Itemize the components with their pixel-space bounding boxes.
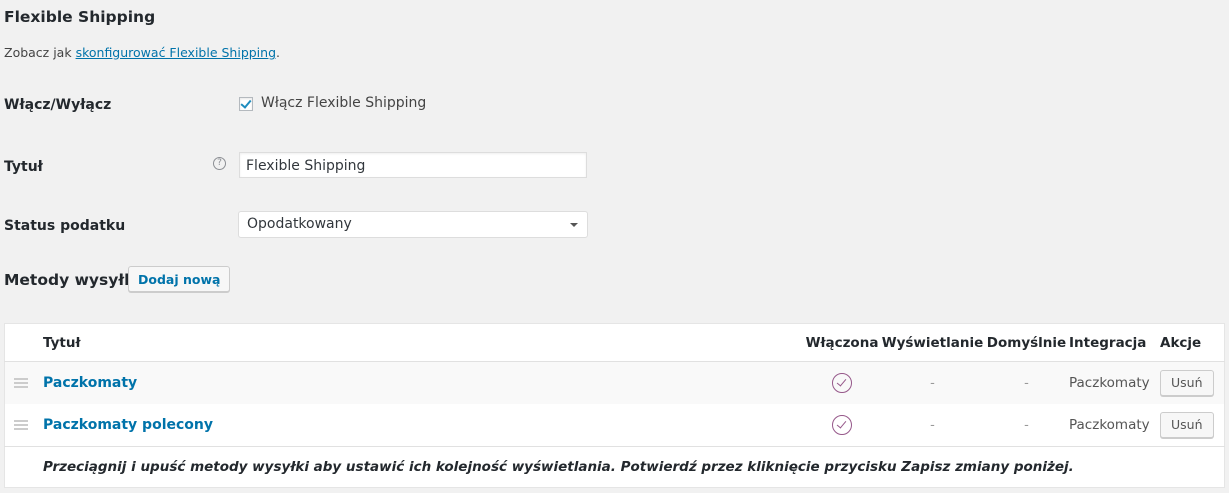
- shipping-methods-title: Metody wysyłki: [4, 271, 140, 289]
- display-value: -: [930, 376, 935, 391]
- column-header-display: Wyświetlanie: [881, 323, 984, 362]
- remove-button[interactable]: Usuń: [1160, 412, 1214, 438]
- title-label: Tytuł: [4, 159, 43, 175]
- integration-value: Paczkomaty: [1069, 417, 1150, 433]
- enable-label: Włącz/Wyłącz: [4, 97, 112, 113]
- enable-checkbox-label[interactable]: Włącz Flexible Shipping: [261, 95, 426, 111]
- add-new-method-button[interactable]: Dodaj nową: [128, 266, 231, 292]
- drag-instruction-note: Przeciągnij i upuść metody wysyłki aby u…: [4, 446, 1225, 488]
- table-row: Paczkomaty polecony - - Paczkomaty Usuń: [4, 404, 1225, 447]
- drag-handle-cell[interactable]: [5, 404, 44, 447]
- tax-status-selected: Opodatkowany: [247, 216, 352, 232]
- column-header-default: Domyślnie: [984, 323, 1069, 362]
- display-value: -: [930, 418, 935, 433]
- drag-handle-cell[interactable]: [5, 362, 44, 405]
- drag-handle-icon[interactable]: [14, 378, 28, 388]
- table-footer-row: Przeciągnij i upuść metody wysyłki aby u…: [4, 446, 1225, 488]
- check-circle-icon[interactable]: [832, 373, 852, 393]
- column-header-integration: Integracja: [1069, 323, 1160, 362]
- sort-column-header: [4, 323, 43, 362]
- question-circle-icon[interactable]: ?: [213, 157, 226, 170]
- column-header-actions: Akcje: [1160, 323, 1225, 362]
- configure-link[interactable]: skonfigurować Flexible Shipping: [76, 45, 276, 60]
- shipping-methods-table: Tytuł Włączona Wyświetlanie Domyślnie In…: [4, 323, 1225, 488]
- default-value: -: [1024, 418, 1029, 433]
- chevron-down-icon: [570, 223, 578, 227]
- check-circle-icon[interactable]: [832, 415, 852, 435]
- title-input[interactable]: Flexible Shipping: [239, 152, 587, 178]
- checkmark-icon: [240, 97, 252, 109]
- page-title: Flexible Shipping: [4, 8, 156, 26]
- remove-button[interactable]: Usuń: [1160, 370, 1214, 396]
- table-row: Paczkomaty - - Paczkomaty Usuń: [4, 361, 1225, 405]
- tax-status-label: Status podatku: [4, 218, 126, 234]
- intro-prefix: Zobacz jak: [4, 45, 76, 60]
- enable-checkbox[interactable]: [239, 97, 253, 111]
- column-header-title: Tytuł: [43, 323, 803, 362]
- drag-handle-icon[interactable]: [14, 420, 28, 430]
- tax-status-select[interactable]: Opodatkowany: [238, 211, 588, 238]
- intro-suffix: .: [276, 45, 280, 60]
- integration-value: Paczkomaty: [1069, 375, 1150, 391]
- method-title-link[interactable]: Paczkomaty: [43, 375, 137, 391]
- table-header-row: Tytuł Włączona Wyświetlanie Domyślnie In…: [4, 323, 1225, 362]
- method-title-link[interactable]: Paczkomaty polecony: [43, 417, 213, 433]
- intro-text: Zobacz jak skonfigurować Flexible Shippi…: [4, 45, 280, 60]
- default-value: -: [1024, 376, 1029, 391]
- column-header-enabled: Włączona: [803, 323, 881, 362]
